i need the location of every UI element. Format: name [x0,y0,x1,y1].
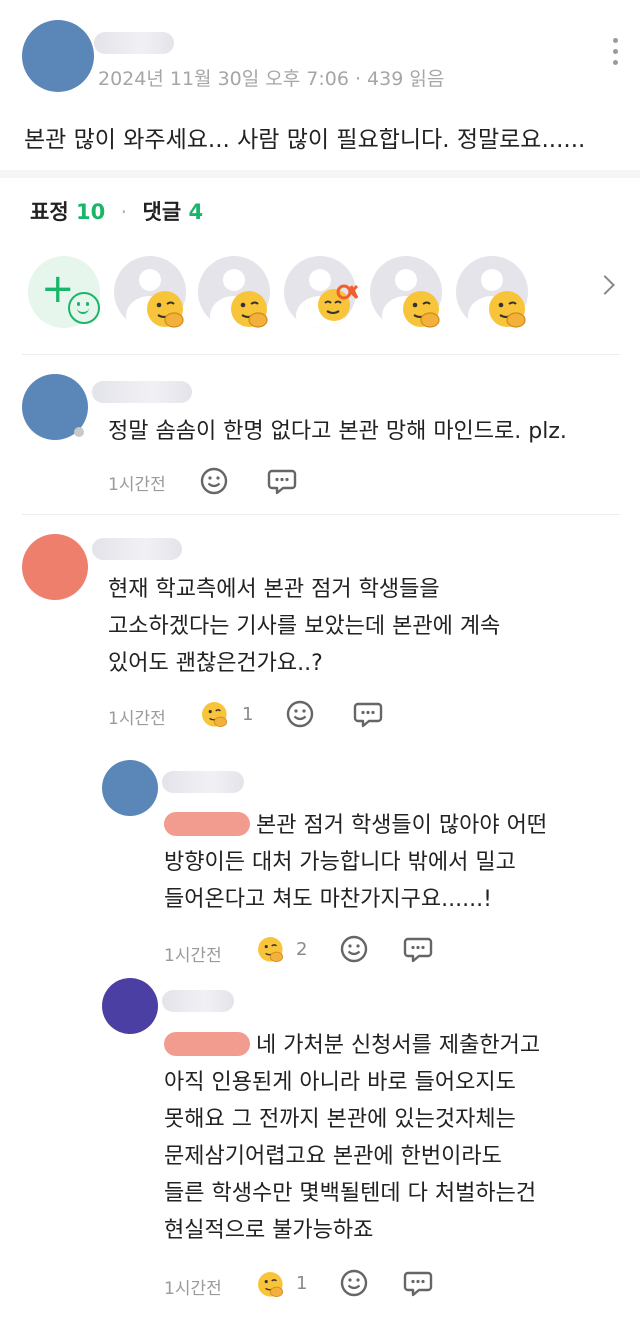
add-reaction-icon[interactable] [284,698,316,730]
ok-emoji-icon [318,284,358,321]
commenter-name-blurred[interactable] [92,538,182,560]
commenter-name-blurred[interactable] [162,990,234,1012]
add-reaction-icon[interactable] [338,1267,370,1299]
reaction-count[interactable]: 2 [296,939,307,960]
salute-emoji-icon[interactable] [200,700,230,730]
reply-icon[interactable] [266,465,298,497]
post-body: 본관 많이 와주세요... 사람 많이 필요합니다. 정말로요...... [24,127,586,153]
chevron-right-icon[interactable] [595,275,615,295]
add-reaction-icon[interactable] [198,465,230,497]
mention-tag[interactable] [164,1032,250,1056]
stats-bar: 표정 10 · 댓글 4 [30,196,203,226]
reaction-row: + [0,256,640,332]
reactions-label[interactable]: 표정 [30,200,69,224]
commenter-avatar[interactable] [22,534,88,600]
commenter-name-blurred[interactable] [92,381,192,403]
salute-emoji-icon[interactable] [256,935,286,965]
comment-text: 현재 학교측에서 본관 점거 학생들을 고소하겠다는 기사를 보았는데 본관에 … [108,577,501,676]
add-reaction-button[interactable]: + [28,256,100,328]
post-card: 2024년 11월 30일 오후 7:06 · 439 읽음 본관 많이 와주세… [0,0,640,170]
comment-text: 정말 솜솜이 한명 없다고 본관 망해 마인드로. plz. [108,419,567,444]
add-reaction-icon[interactable] [338,933,370,965]
divider [22,354,620,355]
comment-time: 1시간전 [164,946,222,966]
reply-icon[interactable] [352,698,384,730]
comment-text: 네 가처분 신청서를 제출한거고 아직 인용된게 아니라 바로 들어오지도 못해… [164,1032,541,1243]
comment-time: 1시간전 [164,1279,222,1299]
comments-count[interactable]: 4 [188,200,203,224]
reaction-count[interactable]: 1 [242,704,253,725]
comment-time: 1시간전 [108,709,166,729]
reactions-count[interactable]: 10 [76,200,105,224]
salute-emoji-icon [489,291,526,328]
separator-dot: · [120,200,128,224]
interaction-section: 표정 10 · 댓글 4 + 정말 솜솜이 한명 없다고 본관 망해 마인드로.… [0,178,640,1319]
comments-label[interactable]: 댓글 [143,200,182,224]
comment-time: 1시간전 [108,475,166,495]
post-meta: 2024년 11월 30일 오후 7:06 · 439 읽음 [98,68,445,90]
reaction-count[interactable]: 1 [296,1273,307,1294]
commenter-avatar[interactable] [102,978,158,1034]
divider [22,514,620,515]
comment-text: 본관 점거 학생들이 많아야 어떤 방향이든 대처 가능합니다 밖에서 밀고 들… [164,812,548,912]
status-dot-icon [74,427,84,437]
more-options-icon[interactable] [606,38,624,72]
commenter-avatar[interactable] [102,760,158,816]
salute-emoji-icon [231,291,268,328]
salute-emoji-icon[interactable] [256,1270,286,1300]
author-avatar[interactable] [22,20,94,92]
mention-tag[interactable] [164,812,250,836]
smile-icon [68,292,100,324]
commenter-name-blurred[interactable] [162,771,244,793]
author-name-blurred[interactable] [94,32,174,54]
salute-emoji-icon [403,291,440,328]
salute-emoji-icon [147,291,184,328]
reply-icon[interactable] [402,933,434,965]
reply-icon[interactable] [402,1267,434,1299]
